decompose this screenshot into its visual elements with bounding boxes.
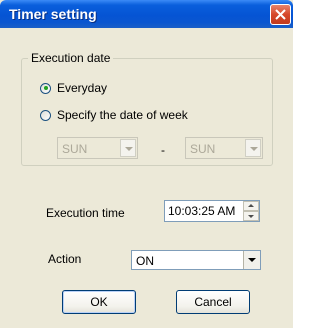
close-icon [275,9,286,20]
execution-time-field[interactable]: 10:03:25 AM [164,200,260,222]
cancel-button[interactable]: Cancel [176,290,250,314]
execution-time-value[interactable]: 10:03:25 AM [168,204,235,218]
chevron-down-icon [120,139,136,157]
to-day-select: SUN [185,137,263,159]
radio-specify-day[interactable]: Specify the date of week [40,108,188,122]
radio-everyday-label: Everyday [57,81,108,95]
day-range-separator: - [161,143,165,157]
timer-setting-dialog: Timer setting Execution date Everyday Sp… [0,0,293,328]
radio-everyday[interactable]: Everyday [40,81,107,95]
radio-icon[interactable] [40,109,51,121]
time-spinner[interactable] [243,201,259,221]
spin-down-icon[interactable] [243,211,259,221]
execution-time-label: Execution time [46,206,125,220]
to-day-value: SUN [190,142,216,156]
execution-date-label: Execution date [28,51,114,65]
from-day-select: SUN [57,137,138,159]
spin-up-icon[interactable] [243,201,259,211]
action-select[interactable]: ON [131,250,261,270]
title-bar: Timer setting [0,0,293,28]
close-button[interactable] [270,4,291,25]
chevron-down-icon [245,139,261,157]
radio-icon[interactable] [40,82,51,94]
radio-specify-day-label: Specify the date of week [57,108,188,122]
from-day-value: SUN [62,142,88,156]
ok-button[interactable]: OK [62,290,136,314]
action-value: ON [136,254,154,268]
chevron-down-icon[interactable] [243,251,260,269]
action-label: Action [48,252,82,266]
window-title: Timer setting [9,6,97,22]
